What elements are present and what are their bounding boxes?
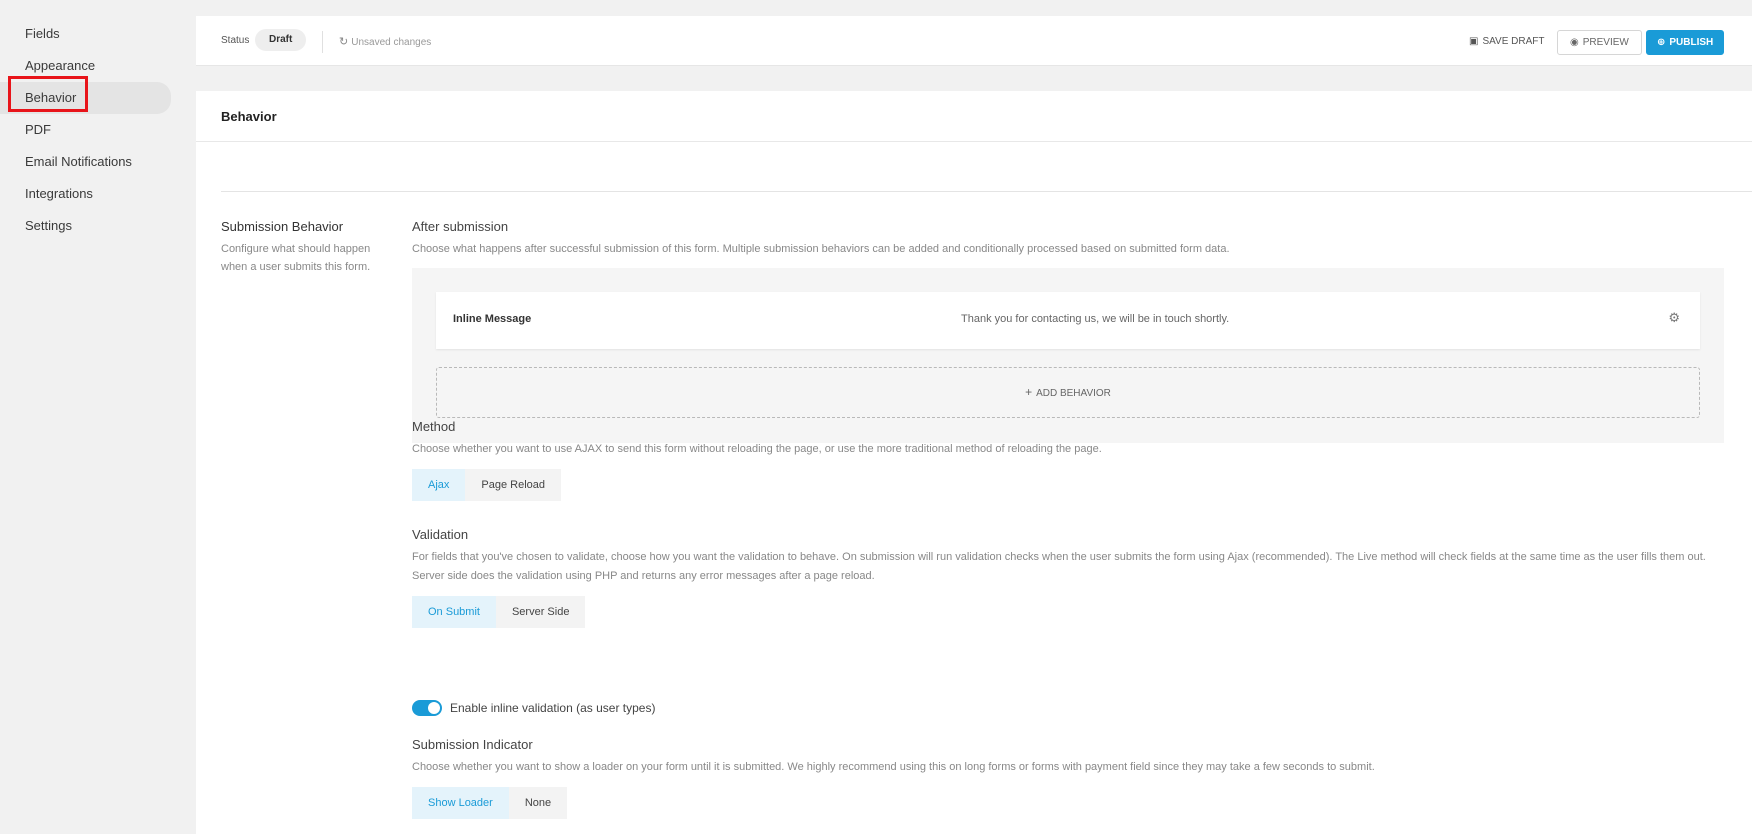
sidebar-item-label: Behavior bbox=[25, 90, 77, 105]
behavior-name: Inline Message bbox=[453, 313, 532, 325]
method-section: Method Choose whether you want to use AJ… bbox=[412, 419, 1102, 501]
after-submission-description: Choose what happens after successful sub… bbox=[412, 243, 1230, 255]
method-ajax-button[interactable]: Ajax bbox=[412, 469, 466, 501]
divider bbox=[196, 141, 1752, 142]
section-description: Configure what should happen when a user… bbox=[221, 243, 371, 273]
sidebar-item-behavior[interactable]: Behavior bbox=[0, 76, 171, 114]
sidebar-item-label: Integrations bbox=[25, 186, 93, 201]
after-submission-title: After submission bbox=[412, 219, 509, 234]
preview-button[interactable]: ◉ PREVIEW bbox=[1557, 30, 1642, 55]
gear-icon[interactable]: ⚙ bbox=[1668, 310, 1680, 326]
preview-label: PREVIEW bbox=[1582, 37, 1629, 48]
publish-label: PUBLISH bbox=[1669, 37, 1714, 48]
sidebar-item-integrations[interactable]: Integrations bbox=[0, 178, 196, 210]
divider bbox=[221, 191, 1752, 192]
section-title: Submission Behavior bbox=[221, 219, 344, 234]
behavior-list: Inline Message Thank you for contacting … bbox=[412, 268, 1724, 443]
globe-icon: ⊕ bbox=[1657, 37, 1666, 48]
validation-title: Validation bbox=[412, 527, 469, 542]
validation-description: For fields that you've chosen to validat… bbox=[412, 551, 1706, 582]
refresh-icon: ↻ bbox=[339, 36, 349, 48]
sidebar-item-label: Appearance bbox=[25, 58, 96, 73]
status-bar: Status Draft ↻ Unsaved changes ▣ SAVE DRAF… bbox=[196, 16, 1752, 66]
toggle-knob bbox=[428, 702, 440, 714]
none-button[interactable]: None bbox=[508, 787, 568, 819]
validation-section: Validation For fields that you've chosen… bbox=[412, 527, 1724, 628]
method-toggle-group: Ajax Page Reload bbox=[412, 469, 1102, 501]
after-submission-header: After submission Choose what happens aft… bbox=[412, 219, 1724, 259]
publish-button[interactable]: ⊕ PUBLISH bbox=[1646, 30, 1725, 55]
list-item[interactable]: Inline Message Thank you for contacting … bbox=[436, 292, 1700, 349]
validation-on-submit-button[interactable]: On Submit bbox=[412, 596, 496, 628]
submission-indicator-toggle-group: Show Loader None bbox=[412, 787, 1375, 819]
sidebar-item-pdf[interactable]: PDF bbox=[0, 114, 196, 146]
validation-toggle-group: On Submit Server Side bbox=[412, 596, 1724, 628]
sidebar-item-label: Settings bbox=[25, 218, 72, 233]
inline-validation-label: Enable inline validation (as user types) bbox=[450, 701, 656, 715]
sidebar-item-label: Email Notifications bbox=[25, 154, 132, 169]
show-loader-button[interactable]: Show Loader bbox=[412, 787, 509, 819]
floppy-disk-icon: ▣ bbox=[1469, 36, 1479, 47]
sidebar-item-label: Fields bbox=[25, 26, 60, 41]
sidebar-item-settings[interactable]: Settings bbox=[0, 210, 196, 242]
behavior-panel: Behavior Submission Behavior Configure w… bbox=[196, 91, 1752, 834]
submission-indicator-title: Submission Indicator bbox=[412, 737, 533, 752]
sidebar-item-fields[interactable]: Fields bbox=[0, 18, 196, 50]
sidebar-item-label: PDF bbox=[25, 122, 51, 137]
submission-indicator-section: Submission Indicator Choose whether you … bbox=[412, 737, 1375, 819]
unsaved-changes-label: Unsaved changes bbox=[351, 37, 432, 48]
divider bbox=[322, 31, 323, 53]
method-page-reload-button[interactable]: Page Reload bbox=[465, 469, 562, 501]
method-description: Choose whether you want to use AJAX to s… bbox=[412, 443, 1102, 455]
eye-icon: ◉ bbox=[1570, 37, 1579, 48]
save-draft-button[interactable]: ▣ SAVE DRAFT bbox=[1459, 30, 1555, 55]
sidebar: Fields Appearance Behavior PDF Email Not… bbox=[0, 0, 196, 834]
sidebar-item-email-notifications[interactable]: Email Notifications bbox=[0, 146, 196, 178]
submission-indicator-description: Choose whether you want to show a loader… bbox=[412, 761, 1375, 773]
inline-validation-row: Enable inline validation (as user types) bbox=[412, 700, 655, 716]
add-behavior-label: ADD BEHAVIOR bbox=[1036, 388, 1111, 399]
sidebar-item-appearance[interactable]: Appearance bbox=[0, 50, 196, 82]
submission-behavior-section: Submission Behavior Configure what shoul… bbox=[221, 219, 381, 276]
add-behavior-button[interactable]: + ADD BEHAVIOR bbox=[436, 367, 1700, 418]
validation-server-side-button[interactable]: Server Side bbox=[495, 596, 586, 628]
method-title: Method bbox=[412, 419, 456, 434]
behavior-value: Thank you for contacting us, we will be … bbox=[961, 313, 1230, 325]
unsaved-changes: ↻ Unsaved changes bbox=[339, 35, 431, 48]
page-title: Behavior bbox=[221, 109, 277, 124]
save-draft-label: SAVE DRAFT bbox=[1482, 36, 1545, 47]
plus-icon: + bbox=[1025, 385, 1033, 399]
status-badge: Draft bbox=[255, 29, 307, 51]
status-label: Status bbox=[221, 35, 250, 46]
inline-validation-toggle[interactable] bbox=[412, 700, 442, 716]
